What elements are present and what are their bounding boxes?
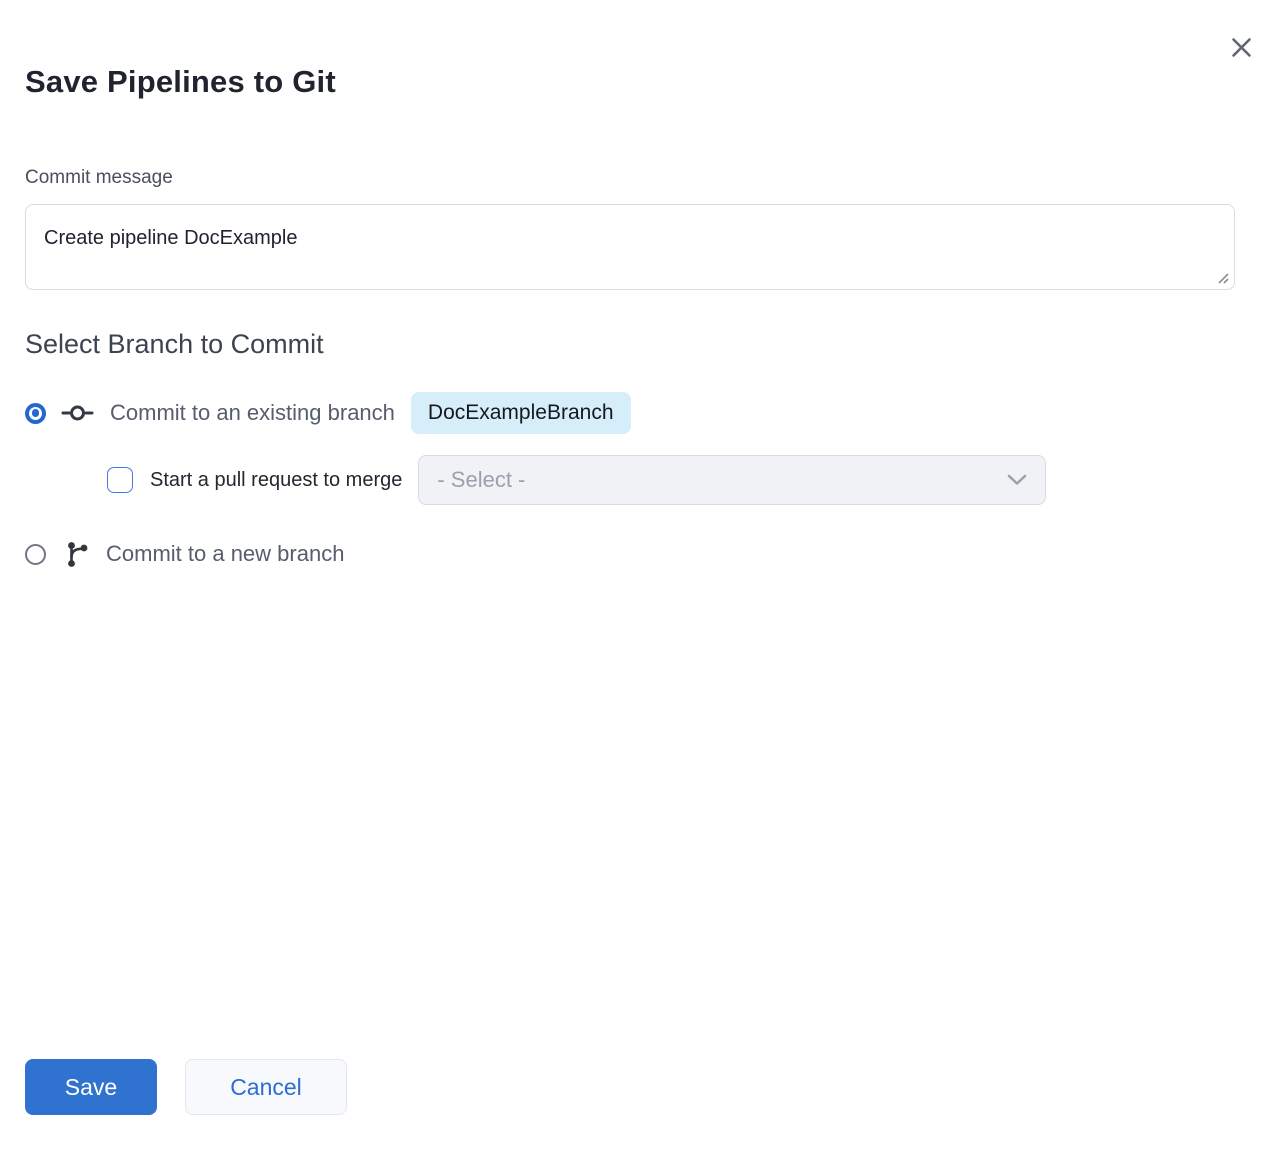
pull-request-row: Start a pull request to merge - Select - xyxy=(107,455,1046,505)
commit-message-label: Commit message xyxy=(25,167,173,189)
close-button[interactable] xyxy=(1227,33,1255,61)
close-icon xyxy=(1231,37,1252,58)
merge-target-select-value: - Select - xyxy=(437,467,525,493)
branch-section-heading: Select Branch to Commit xyxy=(25,329,324,360)
pull-request-label: Start a pull request to merge xyxy=(150,469,402,492)
commit-message-field: Create pipeline DocExample xyxy=(25,204,1235,290)
dialog-footer: Save Cancel xyxy=(25,1059,347,1115)
new-branch-option-row: Commit to a new branch xyxy=(25,532,344,576)
git-branch-icon xyxy=(65,540,90,569)
save-button[interactable]: Save xyxy=(25,1059,157,1115)
existing-branch-label: Commit to an existing branch xyxy=(110,400,395,426)
pull-request-checkbox[interactable] xyxy=(107,467,133,493)
existing-branch-option-row: Commit to an existing branch DocExampleB… xyxy=(25,391,631,435)
new-branch-radio[interactable] xyxy=(25,544,46,565)
save-pipelines-dialog: Save Pipelines to Git Commit message Cre… xyxy=(0,0,1265,1152)
merge-target-select[interactable]: - Select - xyxy=(418,455,1046,505)
commit-message-input[interactable]: Create pipeline DocExample xyxy=(25,204,1235,290)
git-commit-icon xyxy=(61,402,94,424)
dialog-title: Save Pipelines to Git xyxy=(25,64,336,100)
existing-branch-radio[interactable] xyxy=(25,403,46,424)
chevron-down-icon xyxy=(1007,474,1027,486)
branch-name-badge: DocExampleBranch xyxy=(411,392,631,434)
new-branch-label: Commit to a new branch xyxy=(106,541,344,567)
cancel-button[interactable]: Cancel xyxy=(185,1059,347,1115)
